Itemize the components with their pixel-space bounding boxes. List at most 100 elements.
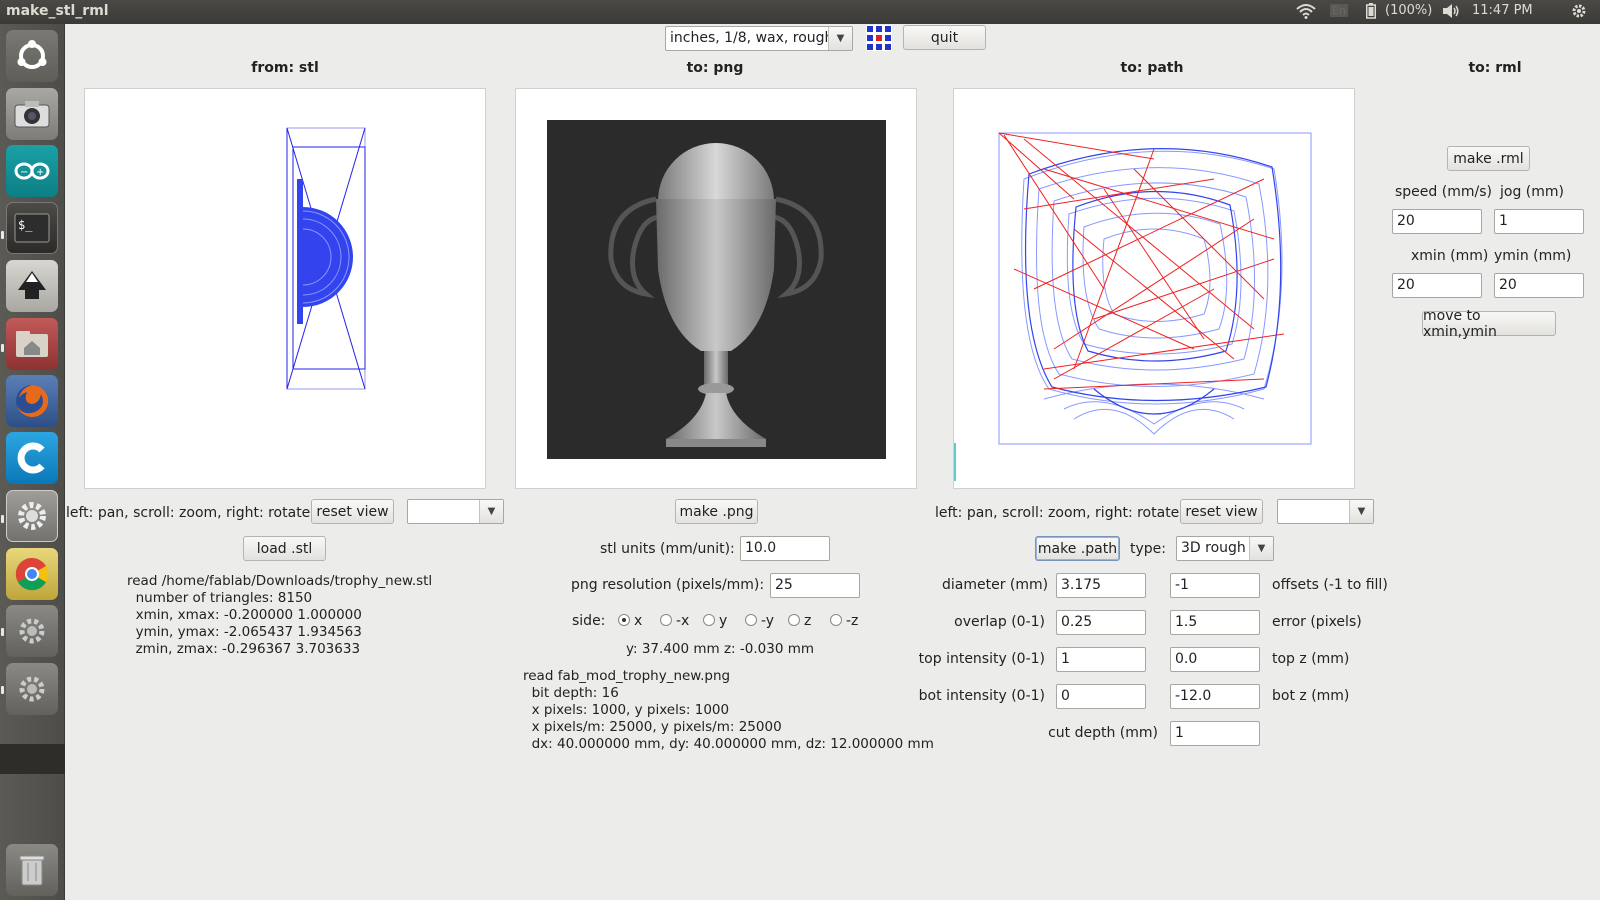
- radio-icon[interactable]: [703, 614, 715, 626]
- jog-field[interactable]: 1: [1494, 209, 1584, 234]
- stl-info: read /home/fablab/Downloads/trophy_new.s…: [127, 573, 432, 658]
- preset-value: inches, 1/8, wax, rough: [670, 30, 834, 46]
- keyboard-indicator[interactable]: En: [1330, 4, 1348, 17]
- launcher: − + $_: [0, 24, 65, 900]
- xmin-label: xmin (mm): [1411, 248, 1489, 264]
- xmin-field[interactable]: 20: [1392, 273, 1482, 298]
- path-view-hint: left: pan, scroll: zoom, right: rotate: [935, 505, 1180, 521]
- stl-units-field[interactable]: 10.0: [740, 536, 830, 561]
- chevron-down-icon[interactable]: ▼: [1349, 500, 1373, 523]
- stl-viewer[interactable]: [84, 88, 486, 489]
- radio-icon[interactable]: [788, 614, 800, 626]
- stl-mesh-view: [286, 127, 366, 390]
- terminal-icon[interactable]: $_: [6, 202, 58, 254]
- system-settings-icon[interactable]: [6, 490, 58, 542]
- side-radio-neg-x[interactable]: -x: [660, 613, 689, 629]
- cura-icon[interactable]: [6, 432, 58, 484]
- png-viewer: [515, 88, 917, 489]
- error-field[interactable]: 1.5: [1170, 610, 1260, 635]
- make-rml-button[interactable]: make .rml: [1447, 146, 1530, 171]
- error-label: error (pixels): [1272, 614, 1362, 630]
- speed-field[interactable]: 20: [1392, 209, 1482, 234]
- path-type-select[interactable]: 3D rough ▼: [1176, 536, 1274, 561]
- png-heightmap-view: [547, 120, 886, 459]
- side-radio-y[interactable]: y: [703, 613, 727, 629]
- rml-column-title: to: rml: [1468, 60, 1522, 76]
- side-option-label: z: [804, 613, 812, 629]
- home-folder-icon[interactable]: [6, 318, 58, 370]
- bot-z-field[interactable]: -12.0: [1170, 684, 1260, 709]
- svg-text:$_: $_: [18, 218, 33, 232]
- path-type-label: type:: [1130, 541, 1166, 557]
- top-intensity-field[interactable]: 1: [1056, 647, 1146, 672]
- png-resolution-field[interactable]: 25: [770, 573, 860, 598]
- ubuntu-dash-icon[interactable]: [6, 30, 58, 82]
- bot-z-label: bot z (mm): [1272, 688, 1350, 704]
- arduino-icon[interactable]: − +: [6, 145, 58, 197]
- wifi-icon[interactable]: [1296, 3, 1316, 23]
- bot-intensity-field[interactable]: 0: [1056, 684, 1146, 709]
- diameter-field[interactable]: 3.175: [1056, 573, 1146, 598]
- top-z-field[interactable]: 0.0: [1170, 647, 1260, 672]
- side-option-label: -x: [676, 613, 690, 629]
- launcher-separator: [0, 744, 65, 774]
- radio-icon[interactable]: [660, 614, 672, 626]
- gear-icon[interactable]: [1570, 2, 1588, 24]
- speed-label: speed (mm/s): [1395, 184, 1492, 200]
- png-info-line: dx: 40.000000 mm, dy: 40.000000 mm, dz: …: [523, 736, 934, 752]
- chevron-down-icon[interactable]: ▼: [828, 27, 852, 50]
- settings-2-icon[interactable]: [6, 663, 58, 715]
- path-viewer[interactable]: [953, 88, 1355, 489]
- make-png-button[interactable]: make .png: [675, 499, 758, 524]
- path-reset-view-button[interactable]: reset view: [1180, 499, 1263, 524]
- top-z-label: top z (mm): [1272, 651, 1350, 667]
- side-option-label: y: [719, 613, 728, 629]
- settings-icon[interactable]: [6, 605, 58, 657]
- top-intensity-label: top intensity (0-1): [918, 651, 1045, 667]
- svg-text:+: +: [36, 167, 44, 178]
- path-type-value: 3D rough: [1181, 540, 1246, 556]
- side-radio-neg-y[interactable]: -y: [745, 613, 774, 629]
- overlap-field[interactable]: 0.25: [1056, 610, 1146, 635]
- jog-label: jog (mm): [1500, 184, 1564, 200]
- png-column-title: to: png: [686, 60, 744, 76]
- battery-icon[interactable]: [1366, 3, 1376, 23]
- side-radio-x[interactable]: x: [618, 613, 642, 629]
- side-radio-z[interactable]: z: [788, 613, 811, 629]
- png-info-line: x pixels: 1000, y pixels: 1000: [523, 702, 730, 718]
- radio-selected-icon[interactable]: [618, 614, 630, 626]
- move-to-xmin-ymin-button[interactable]: move to xmin,ymin: [1422, 308, 1556, 340]
- firefox-icon[interactable]: [6, 375, 58, 427]
- trash-icon[interactable]: [6, 844, 58, 896]
- load-stl-button[interactable]: load .stl: [243, 536, 326, 561]
- stl-info-line: ymin, ymax: -2.065437 1.934563: [127, 624, 362, 640]
- clock[interactable]: 11:47 PM: [1472, 3, 1533, 18]
- volume-icon[interactable]: [1442, 3, 1460, 23]
- stl-reset-view-button[interactable]: reset view: [311, 499, 394, 524]
- png-info-line: bit depth: 16: [523, 685, 619, 701]
- path-view-select[interactable]: ▼: [1277, 499, 1374, 524]
- diameter-label: diameter (mm): [942, 577, 1049, 593]
- quit-button[interactable]: quit: [903, 25, 986, 50]
- radio-icon[interactable]: [745, 614, 757, 626]
- offsets-field[interactable]: -1: [1170, 573, 1260, 598]
- chevron-down-icon[interactable]: ▼: [1249, 537, 1273, 560]
- png-info: read fab_mod_trophy_new.png bit depth: 1…: [523, 668, 934, 753]
- chevron-down-icon[interactable]: ▼: [479, 500, 503, 523]
- cut-depth-label: cut depth (mm): [1048, 725, 1158, 741]
- window-title: make_stl_rml: [6, 3, 109, 19]
- cut-depth-field[interactable]: 1: [1170, 721, 1260, 746]
- make-path-button[interactable]: make .path: [1035, 536, 1120, 561]
- side-radio-neg-z[interactable]: -z: [830, 613, 858, 629]
- preset-select[interactable]: inches, 1/8, wax, rough ▼: [665, 26, 853, 51]
- inkscape-icon[interactable]: [6, 260, 58, 312]
- radio-icon[interactable]: [830, 614, 842, 626]
- stl-info-line: number of triangles: 8150: [127, 590, 313, 606]
- side-option-label: -z: [846, 613, 859, 629]
- side-label: side:: [572, 613, 606, 629]
- camera-icon[interactable]: [6, 88, 58, 140]
- ymin-field[interactable]: 20: [1494, 273, 1584, 298]
- chrome-icon[interactable]: [6, 548, 58, 600]
- stl-view-select[interactable]: ▼: [407, 499, 504, 524]
- ymin-label: ymin (mm): [1494, 248, 1572, 264]
